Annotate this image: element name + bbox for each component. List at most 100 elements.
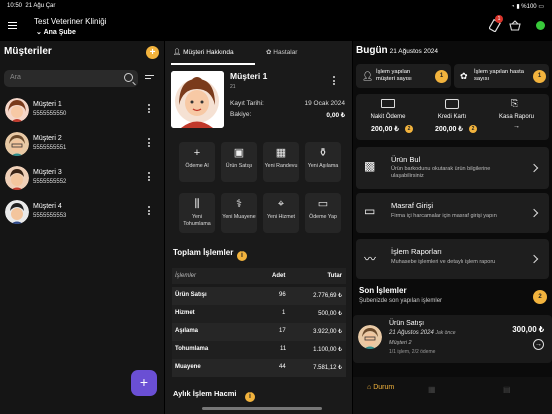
bottom-nav: ⌂ Durum ▦ ▤	[353, 377, 552, 414]
payment-summary: Nakit Ödeme 200,00 ₺ 2 Kredi Kartı 200,0…	[356, 94, 549, 140]
status-bar: 10:50 21 Ağu Çar ◔ ▮ %100 ▭	[0, 0, 552, 12]
info-icon[interactable]: i	[245, 392, 255, 402]
sort-icon[interactable]	[145, 75, 154, 81]
tab-patients[interactable]: ✿ Hastalar	[266, 48, 297, 56]
customer-phone: 5555555553	[33, 213, 67, 219]
avatar	[5, 166, 29, 190]
today-header: Bugün 21 Ağustos 2024	[356, 45, 439, 56]
patient-count-card[interactable]: ✿ İşlem yapılan hasta sayısı 1	[454, 64, 549, 88]
new-insemination-button[interactable]: ⫼ Yeni Tohumlama	[179, 193, 215, 233]
table-row: Hizmet 1 500,00 ₺	[172, 305, 346, 323]
info-icon[interactable]: i	[237, 251, 247, 261]
new-appointment-button[interactable]: ▦ Yeni Randevu	[263, 142, 299, 182]
table-row: Muayene 44 7.581,12 ₺	[172, 359, 346, 377]
chart-line-icon: 〰	[364, 252, 377, 266]
customer-phone: 5555555550	[33, 111, 67, 117]
balance-label: Bakiye:	[230, 111, 252, 118]
customer-count-card[interactable]: 👤︎ İşlem yapılan müşteri sayısı 1	[356, 64, 451, 88]
credit-card-card[interactable]: Kredi Kartı 200,00 ₺ 2	[420, 94, 484, 140]
customer-id: 21	[230, 84, 236, 90]
new-vaccination-button[interactable]: ⚱ Yeni Aşılama	[305, 142, 341, 182]
product-sale-button[interactable]: ▣ Ürün Satışı	[221, 142, 257, 182]
top-bar: Test Veteriner Kliniği ⌄ Ana Şube 1	[0, 12, 552, 40]
cash-report-button[interactable]: ⎘ Kasa Raporu →	[484, 94, 549, 140]
customer-name: Müşteri 1	[33, 101, 62, 108]
more-options-icon[interactable]	[148, 206, 151, 216]
recent-transaction[interactable]: Ürün Satışı 21 Ağustos 2024 Jak önce Müş…	[353, 315, 552, 363]
arrow-right-icon: →	[513, 123, 520, 130]
nav-status[interactable]: ⌂ Durum	[367, 384, 407, 391]
make-payment-button[interactable]: ▭ Ödeme Yap	[305, 193, 341, 233]
find-product-card[interactable]: ▩ Ürün Bul Ürün barkodunu okutarak ürün …	[356, 147, 549, 189]
more-options-icon[interactable]	[148, 172, 151, 182]
nav-second-icon[interactable]: ▦	[428, 385, 436, 394]
registration-label: Kayıt Tarihi:	[230, 100, 264, 107]
calendar-icon: ▦	[275, 147, 287, 159]
search-input[interactable]: Ara	[4, 70, 138, 87]
add-button[interactable]: +	[131, 370, 157, 396]
customer-item[interactable]: Müşteri 2 5555555551	[0, 129, 164, 162]
cash-icon	[381, 99, 395, 108]
expense-entry-card[interactable]: ▭ Masraf Girişi Firma içi harcamalar içi…	[356, 193, 549, 233]
pin-icon: ⌖	[277, 198, 285, 210]
new-service-button[interactable]: ⌖ Yeni Hizmet	[263, 193, 299, 233]
more-options-icon[interactable]	[333, 76, 336, 86]
scan-icon[interactable]: 1	[488, 15, 503, 33]
chevron-right-icon	[529, 163, 539, 173]
customers-title: Müşteriler	[4, 46, 52, 57]
user-icon: 👤︎	[173, 49, 182, 56]
tab-customer-info[interactable]: 👤︎ Müşteri Hakkında	[173, 48, 234, 56]
box-icon: ▣	[233, 147, 245, 159]
online-status-icon	[536, 21, 545, 30]
paw-icon: ✿	[460, 71, 468, 81]
avatar	[5, 98, 29, 122]
customer-avatar	[171, 71, 224, 128]
cash-payment-card[interactable]: Nakit Ödeme 200,00 ₺ 2	[356, 94, 420, 140]
user-icon: 👤︎	[362, 71, 374, 81]
customer-detail-panel: 👤︎ Müşteri Hakkında ✿ Hastalar Müşteri 1…	[165, 41, 352, 414]
arrow-right-icon[interactable]: →	[533, 339, 544, 350]
wallet-icon: ▭	[364, 204, 376, 218]
plus-icon: +	[193, 147, 201, 159]
cart-badge: 1	[495, 15, 503, 23]
avatar	[5, 200, 29, 224]
battery-indicator: ◔ ▮ %100 ▭	[511, 4, 544, 10]
customer-count-badge: 1	[435, 70, 448, 83]
table-row: Ürün Satışı 96 2.776,69 ₺	[172, 287, 346, 305]
menu-icon[interactable]	[8, 22, 17, 29]
more-options-icon[interactable]	[148, 104, 151, 114]
totals-title: Toplam İşlemler	[173, 248, 234, 257]
paw-icon: ✿	[266, 49, 272, 56]
table-row: Aşılama 17 3.922,00 ₺	[172, 323, 346, 341]
vials-icon: ⫼	[194, 198, 200, 210]
new-examination-button[interactable]: ⚕ Yeni Muayene	[221, 193, 257, 233]
registration-date: 19 Ocak 2024	[304, 100, 345, 107]
balance-value: 0,00 ₺	[326, 112, 345, 119]
detail-tabs: 👤︎ Müşteri Hakkında ✿ Hastalar	[165, 41, 352, 65]
customer-name: Müşteri 1	[230, 71, 268, 81]
clinic-name: Test Veteriner Kliniği	[34, 17, 107, 26]
branch-selector[interactable]: ⌄ Ana Şube	[36, 28, 76, 36]
customer-name: Müşteri 3	[33, 169, 62, 176]
avatar	[5, 132, 29, 156]
basket-icon[interactable]	[509, 20, 521, 33]
patient-count-badge: 1	[533, 70, 546, 83]
transaction-reports-card[interactable]: 〰 İşlem Raporları Muhasebe işlemleri ve …	[356, 239, 549, 279]
horizontal-scrollbar[interactable]	[202, 407, 322, 410]
customer-item[interactable]: Müşteri 3 5555555552	[0, 163, 164, 196]
customer-name: Müşteri 2	[33, 135, 62, 142]
recent-subtitle: Şubenizde son yapılan işlemler	[359, 298, 443, 304]
nav-third-icon[interactable]: ▤	[503, 385, 511, 394]
customer-item[interactable]: Müşteri 1 5555555550	[0, 95, 164, 128]
status-time: 10:50 21 Ağu Çar	[7, 3, 56, 9]
add-customer-button[interactable]: +	[146, 46, 159, 59]
customer-item[interactable]: Müşteri 4 5555555553	[0, 197, 164, 230]
avatar	[358, 325, 382, 349]
customer-phone: 5555555551	[33, 145, 67, 151]
qr-icon: ▩	[364, 159, 376, 173]
table-header: İşlemler Adet Tutar	[172, 268, 346, 284]
search-icon[interactable]	[124, 73, 133, 82]
customers-panel: Müşteriler + Ara Müşteri 1 5555555550 Mü…	[0, 41, 164, 414]
receive-payment-button[interactable]: + Ödeme Al	[179, 142, 215, 182]
more-options-icon[interactable]	[148, 138, 151, 148]
